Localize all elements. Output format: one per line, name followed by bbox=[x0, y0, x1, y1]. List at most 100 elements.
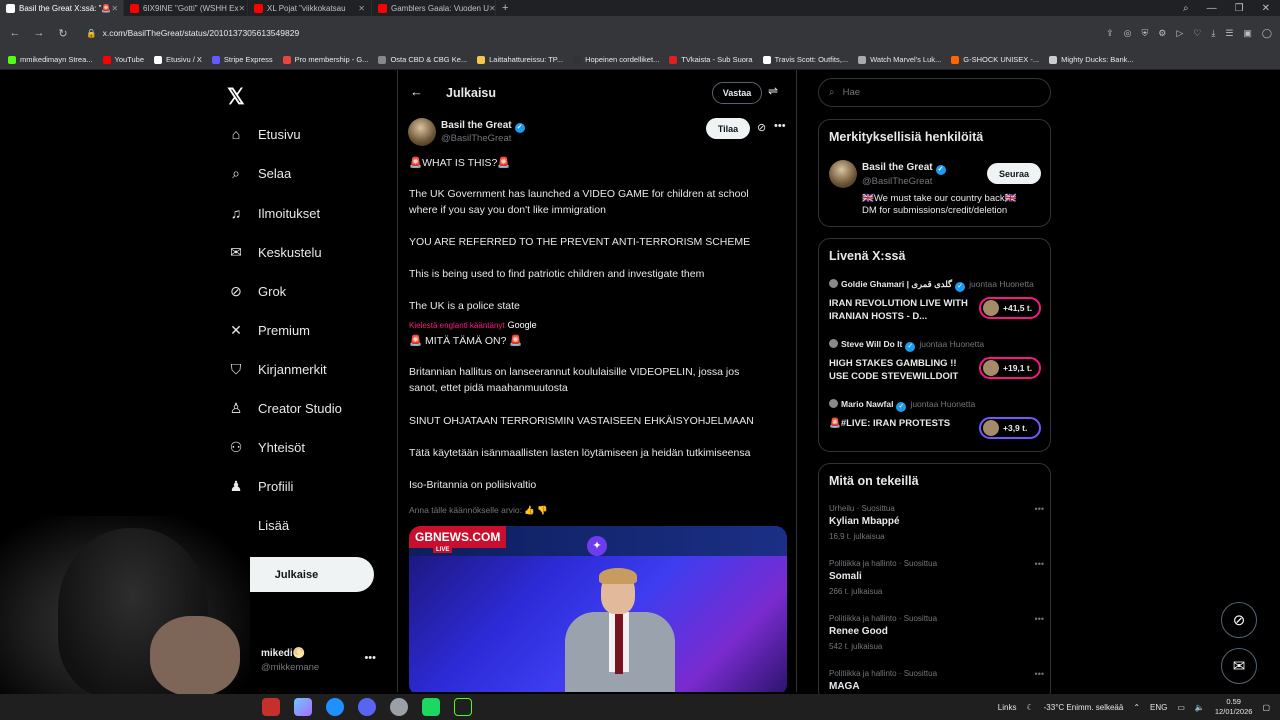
grok-floating-button[interactable]: ⊘ bbox=[1221, 602, 1257, 638]
avatar[interactable] bbox=[829, 160, 857, 188]
nav-item-premium[interactable]: ✕ Premium bbox=[228, 322, 310, 339]
app-icon[interactable] bbox=[390, 698, 408, 716]
search-input[interactable]: ⌕ Hae bbox=[818, 78, 1051, 107]
nav-item-bookmarks[interactable]: ⛉ Kirjanmerkit bbox=[228, 361, 327, 378]
grok-icon[interactable]: ⊘ bbox=[757, 121, 766, 134]
tune-icon[interactable]: ⇌ bbox=[768, 84, 778, 98]
back-arrow-icon[interactable]: ← bbox=[410, 84, 423, 99]
forward-icon[interactable]: → bbox=[32, 27, 46, 39]
bookmark[interactable]: TVkaista - Sub Suora bbox=[669, 55, 753, 64]
close-tab-icon[interactable]: ✕ bbox=[238, 4, 245, 13]
nav-item-home[interactable]: ⌂ Etusivu bbox=[228, 126, 301, 142]
clock[interactable]: 0.59 12/01/2026 bbox=[1215, 697, 1253, 717]
edge-icon[interactable] bbox=[326, 698, 344, 716]
play-icon[interactable]: ▷ bbox=[1176, 28, 1183, 39]
translation-attribution[interactable]: Kielestä englanti kääntänyt Google bbox=[409, 320, 537, 330]
close-window-icon[interactable]: ✕ bbox=[1262, 3, 1270, 14]
nav-item-communities[interactable]: ⚇ Yhteisöt bbox=[228, 439, 305, 456]
browser-tab[interactable]: Gamblers Gaala: Vuoden U ✕ bbox=[372, 0, 496, 16]
maximize-icon[interactable]: ❐ bbox=[1235, 3, 1244, 14]
browser-tab[interactable]: 6IX9INE "Gotti" (WSHH Ex ✕ bbox=[124, 0, 248, 16]
network-icon[interactable]: ▭ bbox=[1177, 703, 1185, 712]
messages-floating-button[interactable]: ✉ bbox=[1221, 648, 1257, 684]
menu-icon[interactable]: ☰ bbox=[1225, 28, 1233, 39]
more-options-icon[interactable]: ••• bbox=[774, 120, 786, 132]
wallet-icon[interactable]: ▣ bbox=[1243, 28, 1252, 39]
download-icon[interactable]: ⤓ bbox=[1211, 28, 1215, 39]
close-tab-icon[interactable]: ✕ bbox=[489, 4, 495, 13]
nav-item-messages[interactable]: ✉ Keskustelu bbox=[228, 244, 321, 261]
profile-icon[interactable]: ◯ bbox=[1262, 28, 1272, 39]
nav-item-notifications[interactable]: ♫ Ilmoitukset bbox=[228, 205, 320, 221]
close-tab-icon[interactable]: ✕ bbox=[358, 4, 365, 13]
copilot-icon[interactable] bbox=[294, 698, 312, 716]
browser-tab[interactable]: Basil the Great X:ssä: "🚨 ✕ bbox=[0, 0, 124, 16]
weather-text[interactable]: -33°C Enimm. selkeää bbox=[1044, 703, 1124, 712]
trend-item[interactable]: Urheilu · Suosittua Kylian Mbappé 16,9 t… bbox=[829, 504, 1044, 554]
nav-item-grok[interactable]: ⊘ Grok bbox=[228, 283, 286, 300]
nav-item-profile[interactable]: ♟ Profiili bbox=[228, 478, 294, 495]
bookmark[interactable]: Watch Marvel's Luk... bbox=[858, 55, 941, 64]
discord-icon[interactable] bbox=[358, 698, 376, 716]
bookmark[interactable]: Osta CBD & CBG Ke... bbox=[378, 55, 467, 64]
more-options-icon[interactable]: ••• bbox=[364, 652, 376, 664]
nav-item-creator-studio[interactable]: ♙ Creator Studio bbox=[228, 400, 342, 417]
x-logo-icon[interactable]: 𝕏 bbox=[227, 84, 245, 110]
author-handle[interactable]: @BasilTheGreat bbox=[441, 133, 511, 144]
more-options-icon[interactable]: ••• bbox=[1035, 504, 1044, 514]
shield-icon[interactable]: ⛨ bbox=[1142, 28, 1149, 39]
links-toolbar[interactable]: Links bbox=[998, 703, 1017, 712]
more-options-icon[interactable]: ••• bbox=[1035, 669, 1044, 679]
chevron-up-icon[interactable]: ⌃ bbox=[1133, 703, 1140, 712]
live-space-item[interactable]: Mario Nawfal ✓ juontaa Huonetta 🚨#LIVE: IR… bbox=[829, 399, 1044, 457]
more-options-icon[interactable]: ••• bbox=[1035, 614, 1044, 624]
person-name[interactable]: Basil the Great ✓ bbox=[862, 162, 946, 175]
bookmark[interactable]: Hopeinen cordelliket... bbox=[573, 55, 659, 64]
weather-icon[interactable]: ☾ bbox=[1026, 703, 1033, 712]
live-space-item[interactable]: Steve Will Do It ✓ juontaa Huonetta HIGH S… bbox=[829, 339, 1044, 397]
subscribe-button[interactable]: Tilaa bbox=[706, 118, 750, 139]
trend-item[interactable]: Politiikka ja hallinto · Suosittua Somal… bbox=[829, 559, 1044, 609]
bookmark[interactable]: YouTube bbox=[102, 55, 144, 64]
grok-sparkle-icon[interactable]: ✦ bbox=[587, 536, 607, 556]
reply-button[interactable]: Vastaa bbox=[712, 82, 762, 104]
nav-item-explore[interactable]: ⌕ Selaa bbox=[228, 165, 291, 182]
bookmark[interactable]: Pro membership - G... bbox=[282, 55, 368, 64]
close-tab-icon[interactable]: ✕ bbox=[111, 4, 118, 13]
host-role: juontaa Huonetta bbox=[910, 399, 976, 409]
url-field[interactable]: 🔒 x.com/BasilTheGreat/status/201013730561… bbox=[86, 28, 299, 39]
opera-icon[interactable] bbox=[262, 698, 280, 716]
app-icon[interactable] bbox=[454, 698, 472, 716]
minimize-icon[interactable]: — bbox=[1207, 3, 1217, 14]
language-indicator[interactable]: ENG bbox=[1150, 703, 1167, 712]
extension-icon[interactable]: ⚙ bbox=[1158, 28, 1166, 39]
follow-button[interactable]: Seuraa bbox=[987, 163, 1041, 184]
heart-icon[interactable]: ♡ bbox=[1193, 28, 1201, 39]
share-icon[interactable]: ⇪ bbox=[1106, 28, 1114, 39]
thumbs-down-icon[interactable]: 👎 bbox=[537, 505, 548, 515]
bookmark[interactable]: Laittahattureissu: TP... bbox=[477, 55, 563, 64]
new-tab-button[interactable]: + bbox=[496, 2, 514, 14]
author-name[interactable]: Basil the Great ✓ bbox=[441, 120, 525, 133]
avatar[interactable] bbox=[408, 118, 436, 146]
more-options-icon[interactable]: ••• bbox=[1035, 559, 1044, 569]
post-video[interactable]: GBNEWS.COM LIVE ✦ bbox=[409, 526, 787, 692]
thumbs-up-icon[interactable]: 👍 bbox=[524, 505, 535, 515]
bookmark[interactable]: Mighty Ducks: Bank... bbox=[1049, 55, 1134, 64]
trend-item[interactable]: Politiikka ja hallinto · Suosittua Renee… bbox=[829, 614, 1044, 664]
bookmark[interactable]: Stripe Express bbox=[211, 55, 273, 64]
notification-icon[interactable]: ▢ bbox=[1262, 703, 1270, 712]
bookmark[interactable]: mmikedimayn Strea... bbox=[8, 55, 93, 64]
bookmark[interactable]: Etusivu / X bbox=[154, 55, 202, 64]
back-icon[interactable]: ← bbox=[8, 27, 22, 39]
search-tabs-icon[interactable]: ⌕ bbox=[1183, 3, 1189, 14]
volume-icon[interactable]: 🔈 bbox=[1195, 703, 1205, 712]
reload-icon[interactable]: ↻ bbox=[56, 27, 70, 40]
person-handle[interactable]: @BasilTheGreat bbox=[862, 176, 932, 187]
live-space-item[interactable]: Goldie Ghamari | گلدی قمری ✓ juontaa Huone… bbox=[829, 279, 1044, 337]
browser-tab[interactable]: XL Pojat "viikkokatsau ✕ bbox=[248, 0, 372, 16]
bookmark[interactable]: Travis Scott: Outfits,... bbox=[762, 55, 848, 64]
bookmark[interactable]: G-SHOCK UNISEX -... bbox=[951, 55, 1039, 64]
camera-icon[interactable]: ◎ bbox=[1124, 28, 1132, 39]
app-icon[interactable] bbox=[422, 698, 440, 716]
